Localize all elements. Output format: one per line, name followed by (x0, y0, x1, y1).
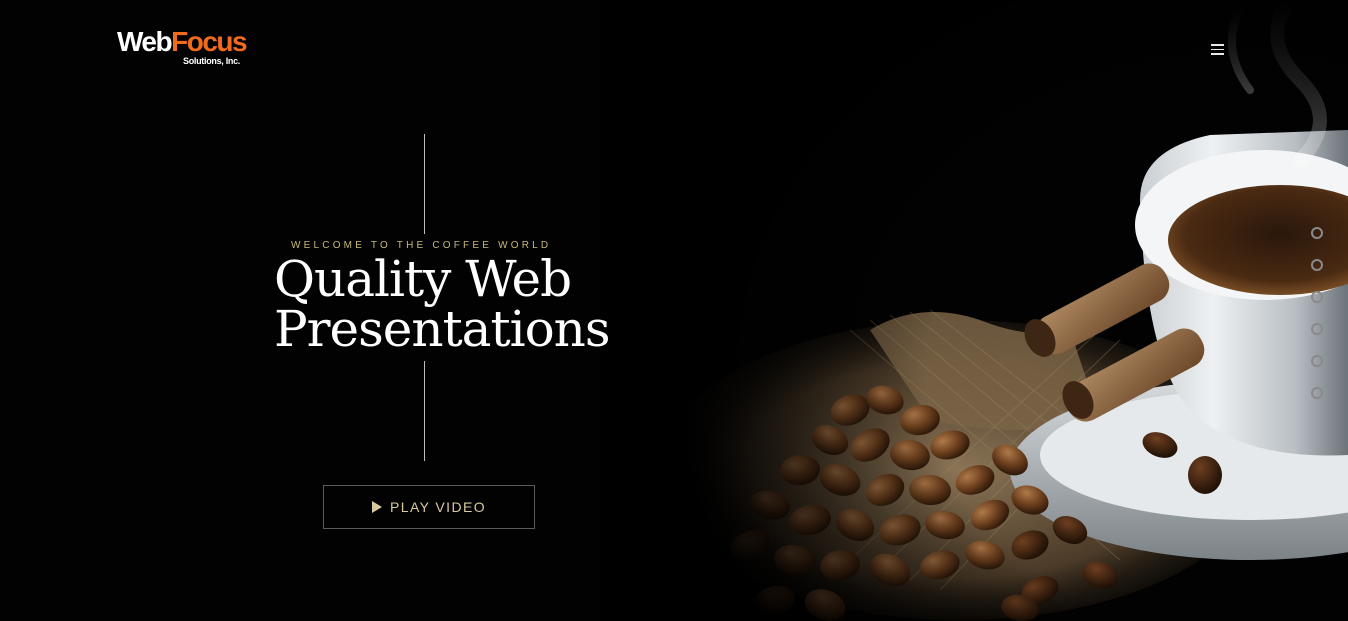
hero-headline: Quality Web Presentations (274, 250, 611, 358)
play-video-button[interactable]: PLAY VIDEO (323, 485, 535, 529)
hamburger-line (1211, 53, 1224, 55)
play-video-label: PLAY VIDEO (390, 499, 486, 515)
hero-section: WebFocus Solutions, Inc. WELCOME TO THE … (0, 0, 1348, 621)
decorative-line-bottom (424, 361, 425, 461)
slider-dot-1[interactable] (1311, 227, 1323, 239)
hamburger-menu-icon[interactable] (1210, 42, 1226, 56)
slider-dot-3[interactable] (1311, 291, 1323, 303)
logo-subtitle: Solutions, Inc. (183, 56, 241, 66)
headline-line-1: Quality Web (274, 250, 572, 308)
logo-focus-text: Focus (171, 26, 247, 57)
hamburger-line (1211, 48, 1224, 50)
slider-dot-5[interactable] (1311, 355, 1323, 367)
logo-web-text: Web (117, 26, 173, 57)
slider-dot-6[interactable] (1311, 387, 1323, 399)
hamburger-line (1211, 44, 1224, 46)
slider-dot-4[interactable] (1311, 323, 1323, 335)
slider-dots (1311, 227, 1323, 419)
play-icon (372, 500, 383, 513)
headline-line-2: Presentations (274, 300, 611, 358)
coffee-background-image (600, 0, 1348, 621)
slider-dot-2[interactable] (1311, 259, 1323, 271)
site-logo[interactable]: WebFocus Solutions, Inc. (117, 26, 257, 72)
decorative-line-top (424, 134, 425, 234)
logo-wordmark: WebFocus (117, 26, 248, 58)
